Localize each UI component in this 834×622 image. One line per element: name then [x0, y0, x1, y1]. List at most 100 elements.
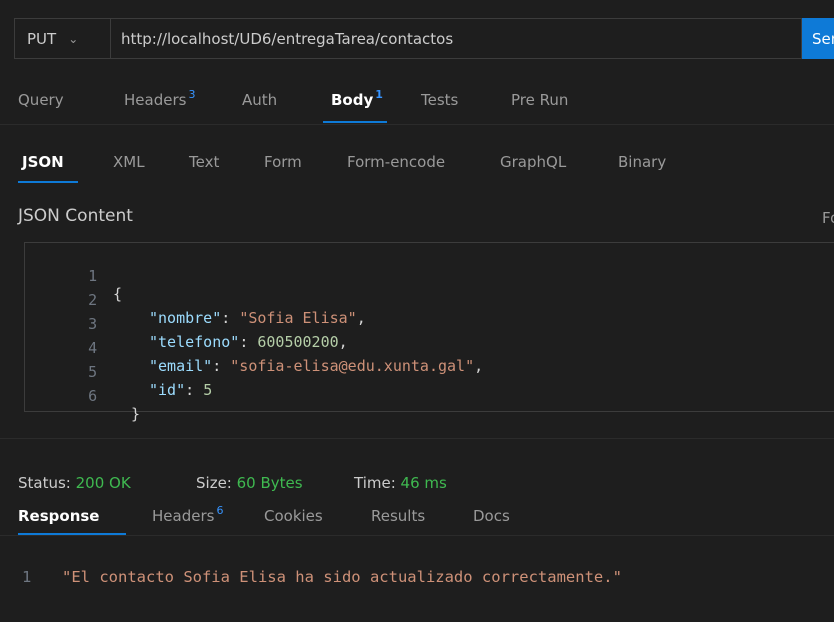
code-text: "nombre": "Sofia Elisa", — [149, 309, 366, 327]
send-label: Send — [812, 29, 834, 48]
json-value: 600500200 — [257, 333, 339, 351]
response-body: 1 "El contacto Sofia Elisa ha sido actua… — [0, 568, 622, 622]
body-type-xml[interactable]: XML — [113, 153, 145, 171]
json-value: "Sofia Elisa" — [239, 309, 357, 327]
json-comma: , — [338, 333, 348, 351]
line-number: 5 — [88, 363, 98, 381]
body-type-form[interactable]: Form — [264, 153, 302, 171]
tab-label: Query — [18, 91, 64, 109]
body-type-graphql[interactable]: GraphQL — [500, 153, 566, 171]
code-line: 6 } — [25, 369, 140, 423]
json-comma: , — [356, 309, 366, 327]
line-number: 4 — [88, 339, 98, 357]
code-text: { — [113, 285, 122, 303]
body-type-json[interactable]: JSON — [22, 153, 64, 171]
body-type-label: Text — [189, 153, 220, 171]
method-label: PUT — [27, 29, 57, 48]
tab-label: Cookies — [264, 507, 323, 525]
json-separator: : — [212, 357, 231, 375]
tab-label: Tests — [421, 91, 459, 109]
editor-title: JSON Content — [18, 206, 133, 226]
code-text: } — [131, 405, 140, 423]
tab-query[interactable]: Query — [18, 91, 64, 109]
code-line: 4 "email": "sofia-elisa@edu.xunta.gal", — [25, 321, 483, 375]
section-divider — [0, 438, 834, 439]
tab-docs[interactable]: Docs — [473, 507, 510, 525]
tab-cookies[interactable]: Cookies — [264, 507, 323, 525]
url-input[interactable] — [110, 18, 802, 59]
json-value: "sofia-elisa@edu.xunta.gal" — [230, 357, 475, 375]
send-button[interactable]: Send — [802, 18, 834, 59]
body-type-label: GraphQL — [500, 153, 567, 171]
line-number: 1 — [88, 267, 98, 285]
json-key: "nombre" — [149, 309, 222, 327]
body-type-text[interactable]: Text — [189, 153, 219, 171]
response-text: "El contacto Sofia Elisa ha sido actuali… — [62, 568, 622, 586]
body-type-label: JSON — [22, 153, 64, 171]
active-body-type-indicator — [18, 181, 78, 183]
json-key: "telefono" — [149, 333, 240, 351]
url-bar: PUT ⌄ Send — [14, 18, 834, 61]
tab-tests[interactable]: Tests — [421, 91, 458, 109]
method-select[interactable]: PUT ⌄ — [14, 18, 110, 59]
line-number: 3 — [88, 315, 98, 333]
tab-label: Docs — [473, 507, 510, 525]
body-type-form-encode[interactable]: Form-encode — [347, 153, 445, 171]
line-number: 2 — [88, 291, 98, 309]
body-type-label: Form-encode — [347, 153, 446, 171]
tab-label: Response — [18, 507, 100, 525]
line-number: 1 — [22, 568, 32, 586]
code-line: 3 "telefono": 600500200, — [25, 297, 348, 351]
tab-response-headers[interactable]: Headers 6 — [152, 504, 224, 525]
body-type-label: Binary — [618, 153, 667, 171]
tab-label: Body — [331, 91, 374, 109]
body-type-label: XML — [113, 153, 145, 171]
json-editor[interactable]: 1 { 2 "nombre": "Sofia Elisa", 3 "telefo… — [24, 242, 834, 423]
tab-results[interactable]: Results — [371, 507, 425, 525]
code-line: 5 "id": 5 — [25, 345, 212, 399]
code-line: 2 "nombre": "Sofia Elisa", — [25, 273, 366, 327]
tabs-divider — [0, 124, 834, 125]
chevron-down-icon: ⌄ — [68, 31, 79, 46]
json-separator: : — [239, 333, 258, 351]
code-text: "id": 5 — [149, 381, 212, 399]
code-text: "telefono": 600500200, — [149, 333, 348, 351]
tab-auth[interactable]: Auth — [242, 91, 277, 109]
tab-pre-run[interactable]: Pre Run — [511, 91, 568, 109]
brace: { — [113, 285, 123, 303]
status-value: 200 OK — [75, 474, 131, 492]
size-value: 60 Bytes — [236, 474, 303, 492]
time-label: Time: — [354, 474, 396, 492]
json-separator: : — [221, 309, 240, 327]
body-type-binary[interactable]: Binary — [618, 153, 666, 171]
status-label: Status: — [18, 474, 71, 492]
format-button[interactable]: Format — [822, 209, 834, 227]
time-info: Time: 46 ms — [354, 474, 447, 492]
json-key: "id" — [149, 381, 186, 399]
code-text: "email": "sofia-elisa@edu.xunta.gal", — [149, 357, 483, 375]
tab-label: Pre Run — [511, 91, 569, 109]
json-separator: : — [185, 381, 204, 399]
tab-label: Auth — [242, 91, 278, 109]
tab-label: Headers — [124, 91, 187, 109]
tab-label: Headers — [152, 507, 215, 525]
status-info: Status: 200 OK — [18, 474, 131, 492]
code-line: 1 { — [25, 249, 122, 303]
time-value: 46 ms — [400, 474, 447, 492]
count-badge: 1 — [375, 88, 383, 101]
size-info: Size: 60 Bytes — [196, 474, 303, 492]
tab-body[interactable]: Body 1 — [331, 88, 383, 109]
tab-headers[interactable]: Headers 3 — [124, 88, 196, 109]
response-tabs-divider — [0, 535, 834, 536]
json-value: 5 — [203, 381, 213, 399]
tab-response[interactable]: Response — [18, 507, 99, 525]
brace: } — [131, 405, 141, 423]
tab-label: Results — [371, 507, 426, 525]
count-badge: 3 — [188, 88, 196, 101]
line-number: 6 — [88, 387, 98, 405]
json-key: "email" — [149, 357, 213, 375]
count-badge: 6 — [216, 504, 224, 517]
body-type-label: Form — [264, 153, 302, 171]
size-label: Size: — [196, 474, 232, 492]
json-comma: , — [474, 357, 484, 375]
